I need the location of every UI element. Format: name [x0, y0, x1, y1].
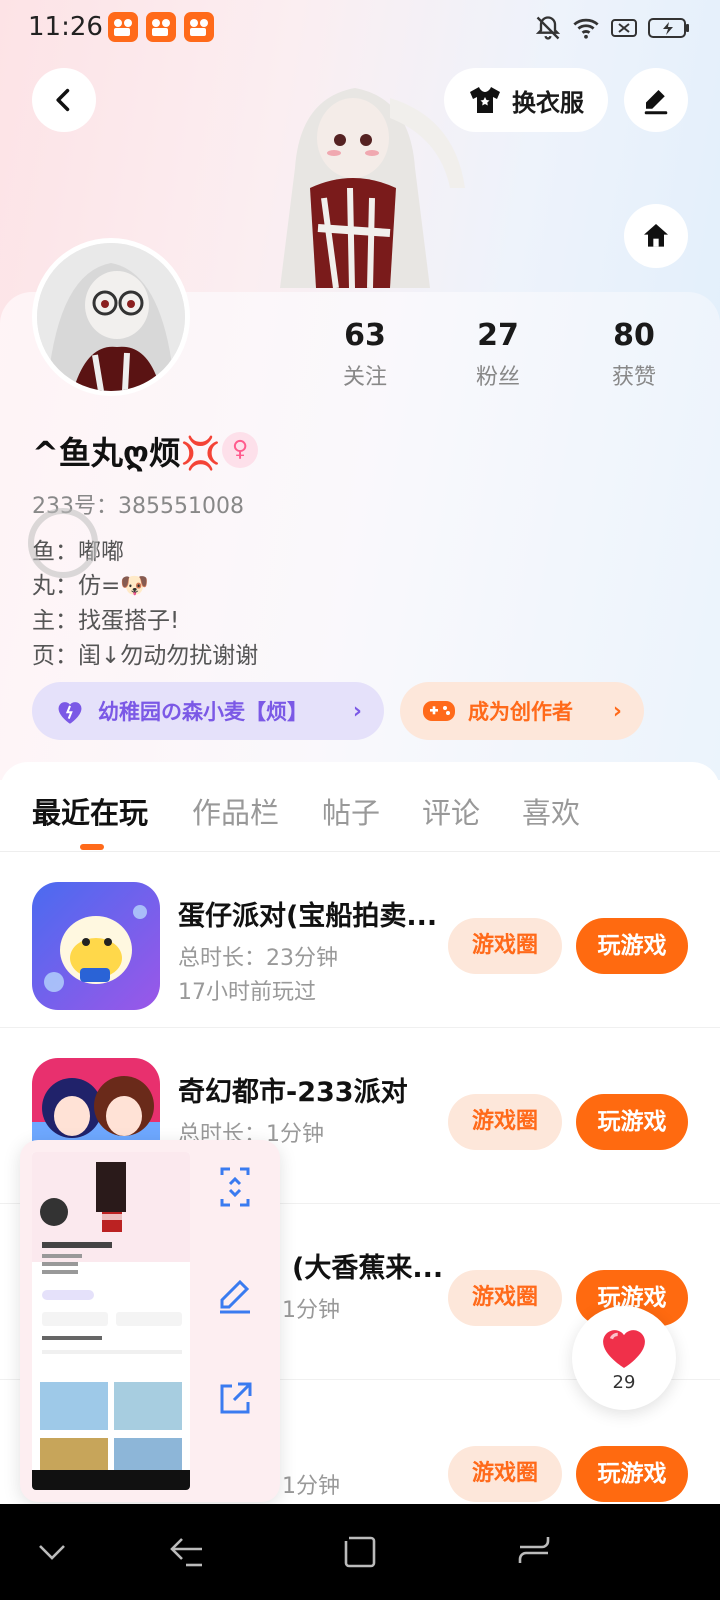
nav-down-icon [39, 1545, 65, 1560]
avatar-figure[interactable] [240, 58, 470, 289]
status-time: 11:26 [28, 12, 103, 42]
tab-works[interactable]: 作品栏 [192, 790, 279, 832]
scroll-capture-icon [220, 1167, 250, 1207]
tab-posts[interactable]: 帖子 [322, 790, 380, 832]
wifi-icon [573, 18, 599, 39]
female-gender-icon: ♀ [222, 432, 258, 468]
stat-label: 关注 [342, 365, 387, 390]
scroll-capture-button[interactable] [210, 1162, 260, 1212]
chevron-right-icon: › [352, 698, 362, 724]
nav-back-icon [170, 1538, 202, 1567]
play-game-button[interactable]: 玩游戏 [576, 1446, 688, 1502]
like-count: 29 [612, 1372, 636, 1393]
game-last-played: 17小时前玩过 [178, 980, 316, 1005]
stat-number: 80 [613, 318, 655, 353]
chevron-right-icon: › [612, 698, 622, 724]
game-circle-button[interactable]: 游戏圈 [448, 1094, 562, 1150]
bio-line: 主：找蛋搭子! [32, 608, 180, 634]
group-pill-button[interactable]: 幼稚园の森小麦【烦】 › [32, 682, 384, 740]
become-creator-label: 成为创作者 [468, 700, 573, 724]
stat-following[interactable]: 63 关注 [315, 318, 415, 391]
tab-indicator [80, 844, 104, 850]
game-duration: 1分钟 [282, 1474, 340, 1499]
avatar[interactable] [32, 238, 190, 396]
nav-recent-icon [518, 1537, 550, 1563]
change-outfit-button[interactable]: 换衣服 [444, 68, 608, 132]
game-duration: 总时长：23分钟 [178, 946, 338, 971]
nav-recent-button[interactable] [514, 1532, 554, 1572]
profile-tabs: 最近在玩 作品栏 帖子 评论 喜欢 [0, 762, 720, 852]
system-nav-bar [0, 1504, 720, 1600]
screenshot-thumbnail[interactable] [32, 1152, 190, 1490]
nav-home-icon [344, 1536, 376, 1568]
sim-off-icon [611, 19, 637, 37]
home-icon [644, 224, 668, 247]
game-duration: 1分钟 [282, 1298, 340, 1323]
gamepad-icon [423, 701, 455, 721]
edit-icon [220, 1279, 250, 1314]
back-arrow-icon [56, 88, 70, 112]
share-icon [220, 1382, 252, 1414]
bio-line: 页：闺↓勿动勿扰谢谢 [32, 643, 259, 669]
share-screenshot-button[interactable] [210, 1374, 260, 1424]
app-badge-icon [146, 12, 176, 42]
back-button[interactable] [32, 68, 96, 132]
tshirt-icon [470, 87, 500, 113]
bell-off-icon [535, 16, 561, 40]
game-row[interactable]: 蛋仔派对(宝船拍卖... 总时长：23分钟 17小时前玩过 游戏圈 玩游戏 [0, 852, 720, 1028]
play-game-button[interactable]: 玩游戏 [576, 918, 688, 974]
battery-charging-icon [648, 18, 689, 38]
nav-back-button[interactable] [166, 1532, 206, 1572]
stat-label: 获赞 [611, 365, 656, 390]
edit-screenshot-button[interactable] [210, 1270, 260, 1320]
group-pill-label: 幼稚园の森小麦【烦】 [98, 700, 308, 724]
nav-hide-button[interactable] [32, 1532, 72, 1572]
change-outfit-label: 换衣服 [512, 88, 584, 117]
nav-home-button[interactable] [340, 1532, 380, 1572]
stat-followers[interactable]: 27 粉丝 [448, 318, 548, 391]
stat-number: 27 [477, 318, 519, 353]
stat-likes[interactable]: 80 获赞 [584, 318, 684, 391]
heart-icon [58, 702, 82, 724]
tab-likes[interactable]: 喜欢 [522, 790, 580, 832]
like-bubble[interactable]: 29 [572, 1306, 676, 1410]
screenshot-preview-card[interactable] [20, 1140, 280, 1502]
app-badge-icon [184, 12, 214, 42]
pencil-icon [644, 90, 668, 115]
game-icon[interactable] [32, 882, 160, 1010]
status-bar: 11:26 [0, 0, 720, 58]
play-game-button[interactable]: 玩游戏 [576, 1094, 688, 1150]
game-circle-button[interactable]: 游戏圈 [448, 1446, 562, 1502]
nickname: ^鱼丸ღ烦💢 [32, 434, 221, 472]
touch-indicator [28, 508, 98, 578]
home-button[interactable] [624, 204, 688, 268]
game-title: 蛋仔派对(宝船拍卖... [178, 901, 438, 932]
stat-number: 63 [344, 318, 386, 353]
edit-profile-button[interactable] [624, 68, 688, 132]
game-title: (大香蕉来... [292, 1253, 442, 1284]
heart-like-icon [603, 1330, 645, 1368]
become-creator-button[interactable]: 成为创作者 › [400, 682, 644, 740]
game-circle-button[interactable]: 游戏圈 [448, 1270, 562, 1326]
app-badge-icon [108, 12, 138, 42]
stat-label: 粉丝 [475, 365, 520, 390]
game-title: 奇幻都市-233派对 [178, 1077, 408, 1108]
game-circle-button[interactable]: 游戏圈 [448, 918, 562, 974]
tab-recently-played[interactable]: 最近在玩 [32, 790, 148, 832]
tab-comments[interactable]: 评论 [422, 790, 480, 832]
